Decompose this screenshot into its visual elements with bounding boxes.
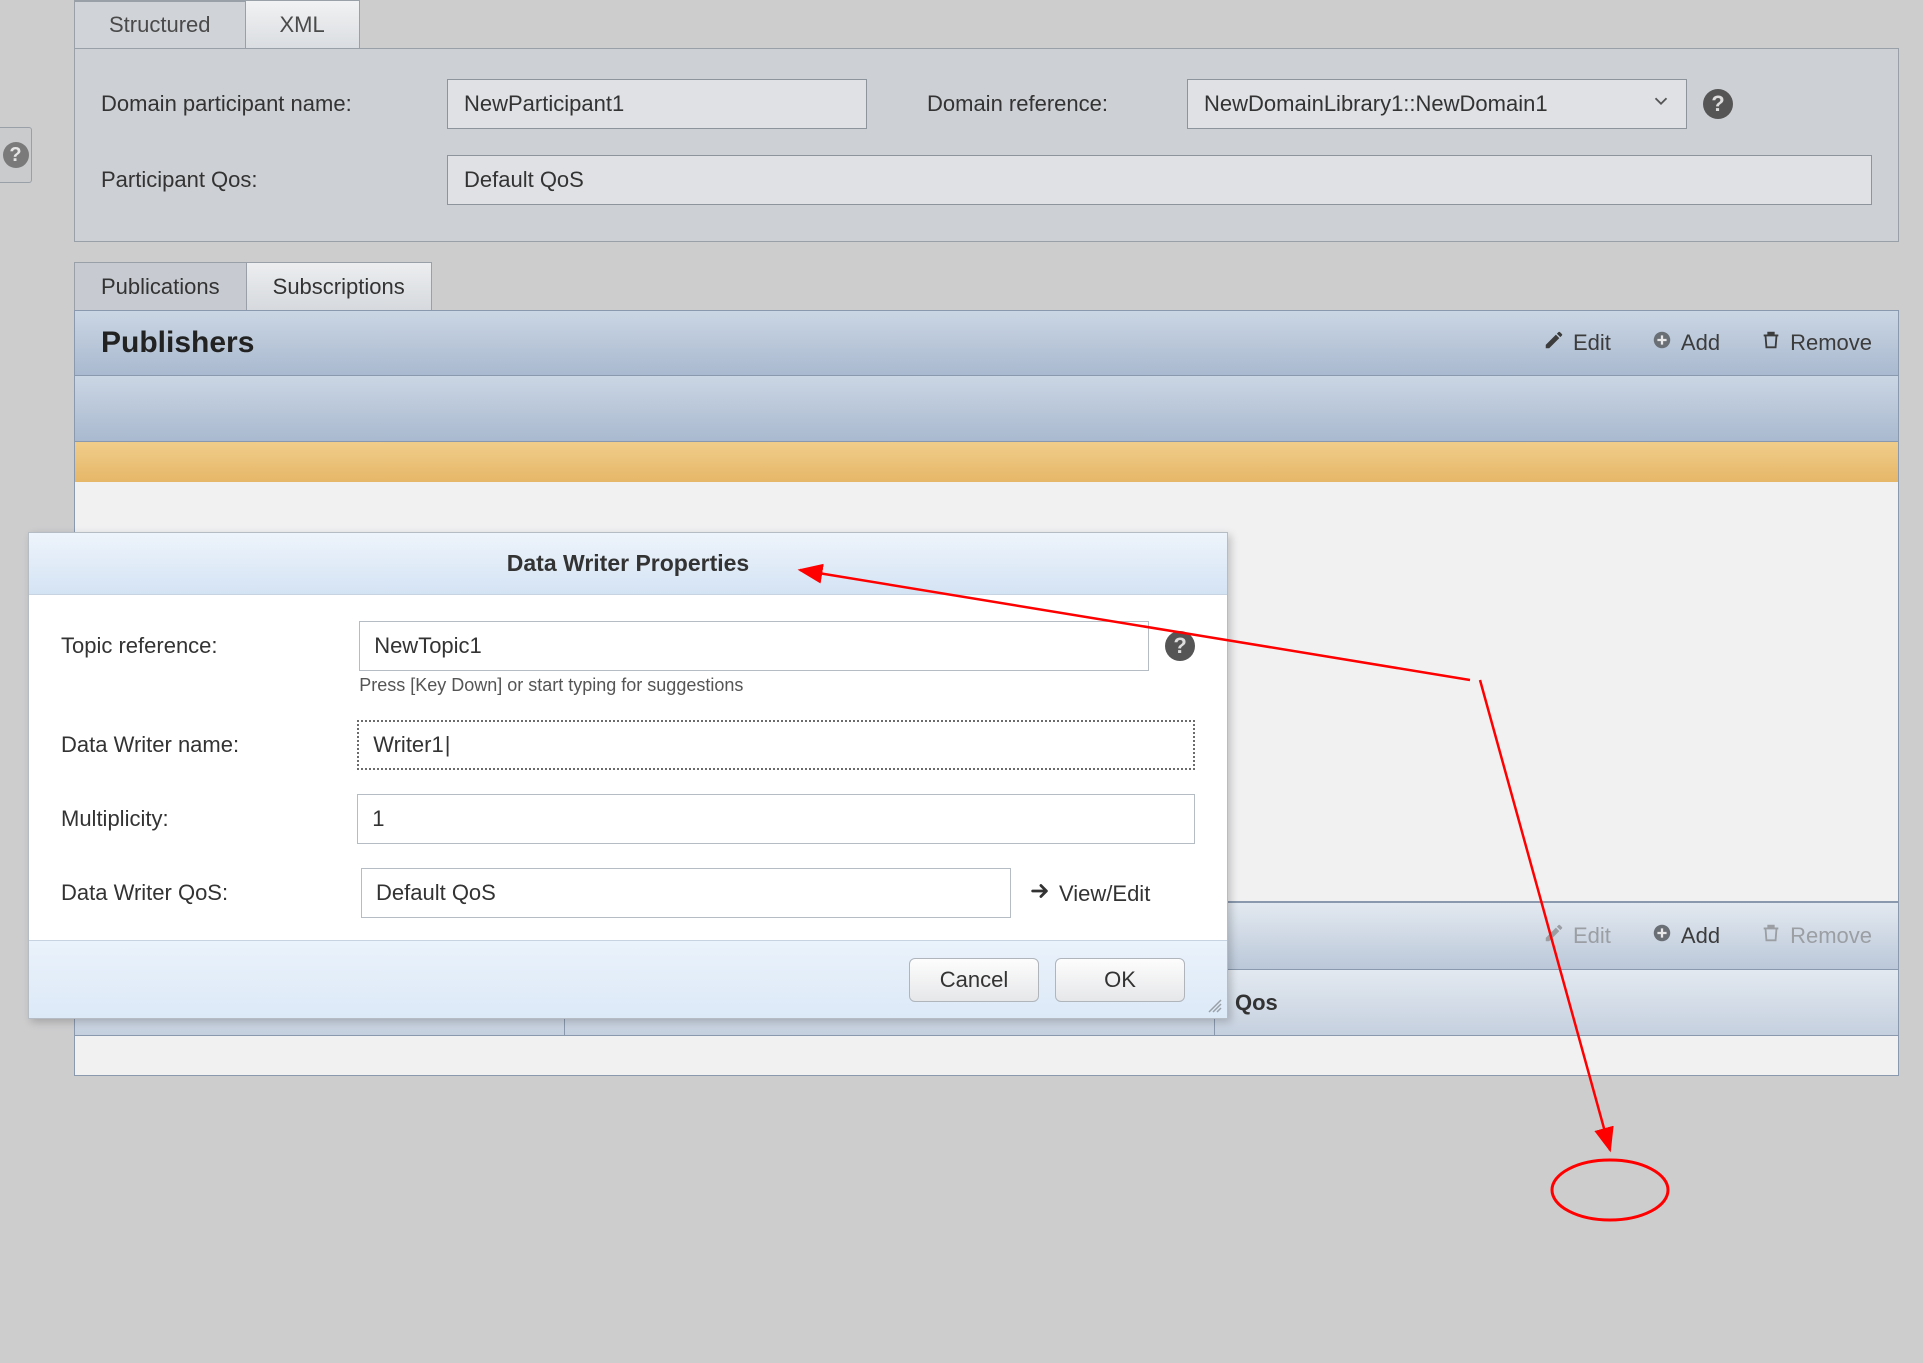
publishers-title: Publishers [101,326,254,360]
participant-name-label: Domain participant name: [101,91,447,117]
topic-reference-hint: Press [Key Down] or start typing for sug… [359,675,1149,696]
remove-label: Remove [1790,330,1872,356]
multiplicity-label: Multiplicity: [61,794,357,832]
edit-label: Edit [1573,923,1611,949]
remove-label: Remove [1790,923,1872,949]
top-tabs: Structured XML [74,0,1899,48]
writer-qos-label: Data Writer QoS: [61,868,361,906]
cancel-button[interactable]: Cancel [909,958,1039,1002]
ok-button[interactable]: OK [1055,958,1185,1002]
trash-icon [1760,329,1782,357]
participant-form: Domain participant name: NewParticipant1… [74,48,1899,242]
data-writer-properties-dialog: Data Writer Properties Topic reference: … [28,532,1228,1019]
pencil-icon [1543,329,1565,357]
chevron-down-icon [1650,90,1672,118]
data-writers-remove-button[interactable]: Remove [1760,922,1872,950]
subtabs: Publications Subscriptions [74,262,1899,310]
col-qos: Qos [1215,970,1898,1035]
add-label: Add [1681,330,1720,356]
publishers-selected-row[interactable] [74,442,1899,482]
domain-reference-value: NewDomainLibrary1::NewDomain1 [1204,91,1548,117]
writer-name-label: Data Writer name: [61,720,357,758]
help-icon[interactable]: ? [1165,631,1195,661]
tab-structured[interactable]: Structured [74,0,246,48]
publishers-edit-button[interactable]: Edit [1543,329,1611,357]
edit-label: Edit [1573,330,1611,356]
tab-xml[interactable]: XML [246,0,360,48]
participant-qos-label: Participant Qos: [101,167,447,193]
plus-circle-icon [1651,329,1673,357]
pencil-icon [1543,922,1565,950]
domain-reference-label: Domain reference: [927,91,1167,117]
participant-name-input[interactable]: NewParticipant1 [447,79,867,129]
data-writers-add-button[interactable]: Add [1651,922,1720,950]
publishers-add-button[interactable]: Add [1651,329,1720,357]
help-icon[interactable]: ? [1703,89,1733,119]
view-edit-button[interactable]: View/Edit [1029,868,1150,908]
view-edit-label: View/Edit [1059,881,1150,907]
participant-qos-input[interactable]: Default QoS [447,155,1872,205]
tab-publications[interactable]: Publications [74,262,247,310]
multiplicity-input[interactable]: 1 [357,794,1195,844]
publishers-header: Publishers Edit Add Remove [74,310,1899,376]
plus-circle-icon [1651,922,1673,950]
publishers-remove-button[interactable]: Remove [1760,329,1872,357]
writer-name-input[interactable]: Writer1 [357,720,1195,770]
publishers-columns-row [74,376,1899,442]
data-writers-body [74,1036,1899,1076]
domain-reference-select[interactable]: NewDomainLibrary1::NewDomain1 [1187,79,1687,129]
trash-icon [1760,922,1782,950]
writer-qos-input[interactable]: Default QoS [361,868,1011,918]
resize-grip-icon[interactable] [1207,998,1223,1014]
tab-subscriptions[interactable]: Subscriptions [247,262,432,310]
side-help-tab[interactable]: ? [0,127,32,183]
add-label: Add [1681,923,1720,949]
topic-reference-label: Topic reference: [61,621,359,659]
dialog-title: Data Writer Properties [29,533,1227,595]
data-writers-edit-button[interactable]: Edit [1543,922,1611,950]
topic-reference-input[interactable]: NewTopic1 [359,621,1149,671]
help-icon: ? [3,142,29,168]
arrow-right-icon [1029,880,1051,908]
